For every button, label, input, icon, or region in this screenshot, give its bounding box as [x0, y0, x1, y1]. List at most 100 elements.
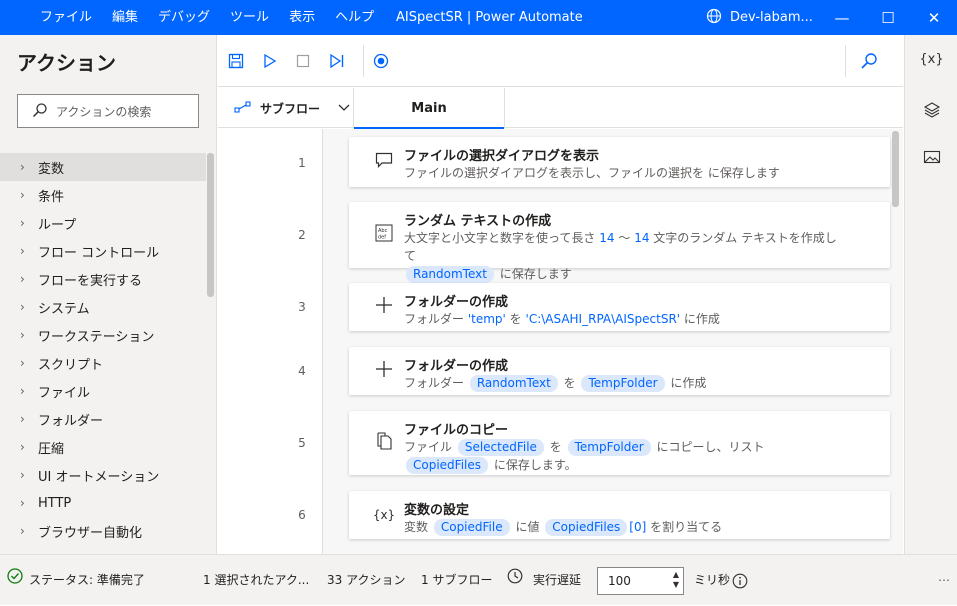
chevron-right-icon: ›: [20, 244, 25, 258]
category-workstation[interactable]: › ワークステーション: [0, 321, 206, 349]
chevron-right-icon: ›: [20, 384, 25, 398]
actions-pane-title: アクション: [17, 51, 116, 75]
menu-debug[interactable]: デバッグ: [148, 0, 220, 35]
variable-token[interactable]: CopiedFiles: [545, 519, 628, 536]
environment-picker[interactable]: Dev-labam...: [706, 0, 813, 35]
desc-number: 14: [599, 231, 615, 245]
category-browser-automation[interactable]: › ブラウザー自動化: [0, 517, 206, 545]
subflow-icon: [234, 100, 252, 117]
save-icon[interactable]: [226, 51, 246, 71]
desc-text: に保存します: [499, 267, 572, 281]
category-http[interactable]: › HTTP: [0, 489, 206, 517]
menu-file[interactable]: ファイル: [30, 0, 102, 35]
actions-pane: アクション アクションの検索 › 変数 › 条件 › ループ › フロー コントロール …: [0, 35, 217, 554]
run-icon[interactable]: [260, 51, 280, 71]
delay-unit: ミリ秒: [694, 573, 731, 587]
flow-action[interactable]: ファイルの選択ダイアログを表示 ファイルの選択ダイアログを表示し、ファイルの選択…: [349, 137, 890, 187]
flow-action[interactable]: フォルダーの作成 フォルダー RandomText を TempFolder に…: [349, 347, 890, 395]
line-number: 4: [298, 364, 306, 378]
toolbar-divider: [845, 45, 846, 77]
action-search-input[interactable]: アクションの検索: [17, 94, 199, 128]
variable-token[interactable]: RandomText: [469, 375, 558, 392]
desc-text: を: [509, 312, 522, 326]
search-icon[interactable]: [859, 51, 879, 71]
category-conditionals[interactable]: › 条件: [0, 181, 206, 209]
category-loops[interactable]: › ループ: [0, 209, 206, 237]
variables-pane-icon[interactable]: {x}: [905, 52, 957, 67]
variable-token[interactable]: CopiedFiles: [406, 457, 489, 474]
subflow-dropdown[interactable]: サブフロー: [234, 88, 350, 128]
variable-token[interactable]: RandomText: [406, 266, 494, 283]
category-file[interactable]: › ファイル: [0, 377, 206, 405]
desc-text: を: [563, 376, 576, 390]
images-icon[interactable]: [905, 149, 957, 169]
category-flow-control[interactable]: › フロー コントロール: [0, 237, 206, 265]
chevron-down-icon: [338, 101, 350, 115]
variable-token[interactable]: TempFolder: [567, 439, 651, 456]
chevron-right-icon: ›: [20, 496, 25, 510]
plus-icon: [371, 360, 397, 382]
close-icon[interactable]: ✕: [911, 0, 957, 35]
globe-icon: [706, 8, 722, 28]
chevron-right-icon: ›: [20, 272, 25, 286]
action-count: 33 アクション: [327, 573, 406, 587]
flow-action[interactable]: ファイルのコピー ファイル SelectedFile を TempFolder …: [349, 411, 890, 475]
right-side-pane: {x}: [904, 35, 957, 554]
category-compression[interactable]: › 圧縮: [0, 433, 206, 461]
ui-elements-icon[interactable]: [905, 101, 957, 123]
title-bar: ファイル 編集 デバッグ ツール 表示 ヘルプ AISpectSR | Powe…: [0, 0, 957, 35]
flow-action[interactable]: {x} 変数の設定 変数 CopiedFile に値 CopiedFiles [0…: [349, 491, 890, 539]
category-label: システム: [38, 301, 90, 317]
desc-literal: 'C:\ASAHI_RPA\AISpectSR': [525, 312, 681, 326]
window-title: AISpectSR | Power Automate: [396, 10, 583, 25]
actions-scrollbar[interactable]: [207, 153, 214, 297]
flow-action[interactable]: フォルダーの作成 フォルダー 'temp' を 'C:\ASAHI_RPA\AI…: [349, 283, 890, 331]
chevron-right-icon: ›: [20, 188, 25, 202]
chevron-right-icon: ›: [20, 328, 25, 342]
menu-view[interactable]: 表示: [279, 0, 325, 35]
action-title: ファイルのコピー: [404, 423, 509, 438]
tab-main[interactable]: Main: [353, 88, 505, 129]
variable-token[interactable]: SelectedFile: [457, 439, 544, 456]
run-next-action-icon[interactable]: [327, 51, 347, 71]
category-system[interactable]: › システム: [0, 293, 206, 321]
action-description: ファイル SelectedFile を TempFolder にコピーし、リスト…: [404, 438, 844, 474]
desc-text: 〜: [618, 231, 631, 245]
category-run-flow[interactable]: › フローを実行する: [0, 265, 206, 293]
check-circle-icon: [7, 555, 23, 606]
variable-token[interactable]: TempFolder: [581, 375, 665, 392]
svg-text:Abc: Abc: [378, 228, 388, 234]
action-title: フォルダーの作成: [404, 295, 509, 310]
action-description: フォルダー 'temp' を 'C:\ASAHI_RPA\AISpectSR' …: [404, 310, 844, 328]
chevron-right-icon: ›: [20, 412, 25, 426]
desc-text: に作成: [683, 312, 720, 326]
menu-tools[interactable]: ツール: [220, 0, 279, 35]
stepper-icon[interactable]: ▲ ▼: [673, 570, 679, 590]
stop-icon[interactable]: [293, 51, 313, 71]
action-title: ランダム テキストの作成: [404, 214, 552, 229]
category-variables[interactable]: › 変数: [0, 153, 206, 181]
menu-edit[interactable]: 編集: [102, 0, 148, 35]
maximize-icon[interactable]: ☐: [865, 0, 911, 35]
variable-token[interactable]: CopiedFile: [433, 519, 510, 536]
run-delay-label: 実行遅延: [507, 555, 581, 606]
menu-help[interactable]: ヘルプ: [325, 0, 384, 35]
canvas-scrollbar[interactable]: [892, 131, 899, 207]
selected-count: 1 選択されたアク...: [203, 573, 310, 587]
category-ui-automation[interactable]: › UI オートメーション: [0, 461, 206, 489]
category-scripting[interactable]: › スクリプト: [0, 349, 206, 377]
line-number: 3: [298, 300, 306, 314]
line-number: 2: [298, 228, 306, 242]
flow-action[interactable]: Abc def ランダム テキストの作成 大文字と小文字と数字を使って長さ 14 …: [349, 202, 890, 283]
run-delay-input[interactable]: 100 ▲ ▼: [597, 567, 684, 595]
subflow-label: サブフロー: [260, 101, 321, 116]
info-icon[interactable]: [732, 555, 748, 606]
record-icon[interactable]: [371, 51, 391, 71]
chevron-right-icon: ›: [20, 160, 25, 174]
category-folder[interactable]: › フォルダー: [0, 405, 206, 433]
more-icon[interactable]: ⋯: [938, 555, 950, 606]
chevron-right-icon: ›: [20, 440, 25, 454]
action-title: 変数の設定: [404, 503, 470, 518]
minimize-icon[interactable]: —: [819, 0, 865, 35]
variable-icon: {x}: [372, 508, 396, 522]
